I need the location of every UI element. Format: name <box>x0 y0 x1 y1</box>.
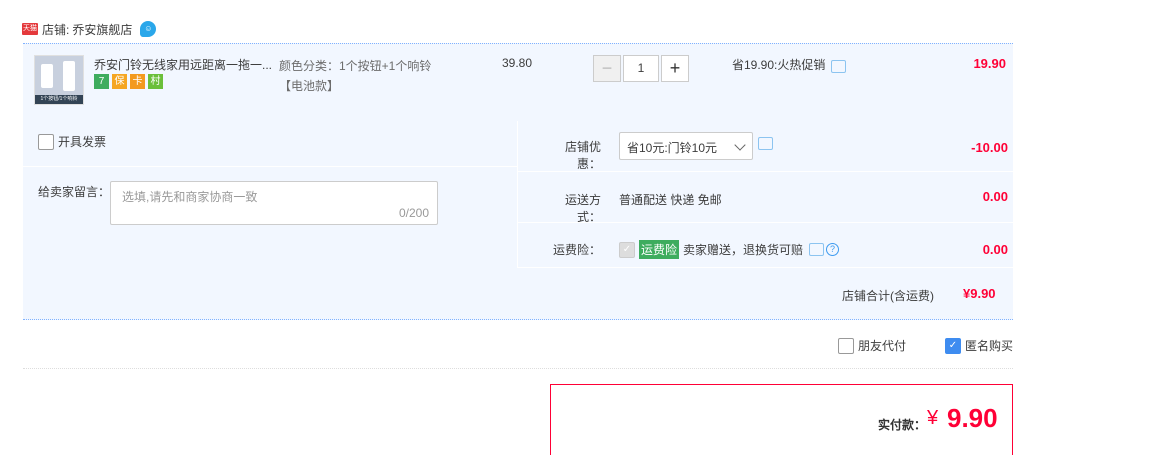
invoice-option[interactable]: 开具发票 <box>38 133 106 150</box>
message-char-count: 0/200 <box>398 206 429 220</box>
product-thumbnail[interactable]: 1个按钮/1个响铃 <box>34 55 84 105</box>
item-subtotal: 19.90 <box>973 56 1006 71</box>
friend-pay-checkbox[interactable] <box>838 337 854 354</box>
left-options: 开具发票 给卖家留言： 选填,请先和商家协商一致 0/200 <box>23 121 517 268</box>
friend-pay-option[interactable]: 朋友代付 <box>838 337 906 354</box>
coupon-select[interactable]: 省10元:门铃10元 <box>619 132 753 160</box>
village-service-icon[interactable]: 村 <box>148 74 163 89</box>
shop-total-label: 店铺合计(含运费) <box>842 289 934 303</box>
coupon-selected-value: 省10元:门铃10元 <box>627 141 718 155</box>
order-item-row: 1个按钮/1个响铃 乔安门铃无线家用远距离一拖一... 7 保 卡 村 颜色分类… <box>23 43 1013 122</box>
order-options-panel: 开具发票 给卖家留言： 选填,请先和商家协商一致 0/200 店铺优惠： 省10… <box>23 121 1014 268</box>
row-divider <box>518 171 1014 172</box>
pay-label: 实付款： <box>878 418 927 432</box>
coupon-label: 店铺优惠： <box>564 140 601 171</box>
chevron-down-icon <box>734 139 746 151</box>
insurance-comment-icon[interactable] <box>809 243 825 256</box>
quantity-stepper: − 1 + <box>593 55 689 82</box>
divider <box>23 368 1013 369</box>
anonymous-purchase-label: 匿名购买 <box>965 339 1014 353</box>
message-placeholder: 选填,请先和商家协商一致 <box>122 190 258 204</box>
coupon-discount-value: -10.00 <box>971 140 1008 155</box>
insurance-description: 卖家赠送，退换货可赔 <box>683 243 804 257</box>
currency-symbol: ¥ <box>927 407 939 429</box>
shipping-fee-value: 0.00 <box>982 189 1008 204</box>
row-divider <box>518 222 1014 223</box>
invoice-checkbox[interactable] <box>38 133 54 150</box>
promotion-comment-icon[interactable] <box>831 60 847 73</box>
coupon-comment-icon[interactable] <box>758 137 773 150</box>
quantity-increase-button[interactable]: + <box>661 55 689 82</box>
wangwang-chat-icon[interactable]: ☺ <box>140 21 157 37</box>
friend-pay-label: 朋友代付 <box>858 339 907 353</box>
seven-day-return-icon[interactable]: 7 <box>94 74 109 89</box>
unit-price: 39.80 <box>502 56 533 70</box>
shop-header: 天猫 店铺: 乔安旗舰店 ☺ <box>22 15 157 43</box>
doorbell-button-image <box>41 64 53 88</box>
shop-name-link[interactable]: 乔安旗舰店 <box>72 21 132 38</box>
payment-summary-box: 实付款： ¥ 9.90 <box>550 384 1013 455</box>
message-label: 给卖家留言： <box>38 185 111 199</box>
promotion-text: 省19.90:火热促销 <box>732 58 826 72</box>
help-icon[interactable]: ? <box>826 243 840 256</box>
credit-card-icon[interactable]: 卡 <box>130 74 145 89</box>
right-options: 店铺优惠： 省10元:门铃10元 -10.00 运送方式： 普通配送 快递 免邮… <box>517 121 1014 267</box>
invoice-label: 开具发票 <box>58 135 107 149</box>
shop-label: 店铺: <box>42 22 70 37</box>
shop-total-band: 店铺合计(含运费) ¥9.90 <box>23 268 1013 320</box>
sku-battery-option: 【电池款】 <box>279 79 340 93</box>
insurance-label: 运费险： <box>552 243 601 257</box>
doorbell-receiver-image <box>63 61 75 91</box>
product-title-link[interactable]: 乔安门铃无线家用远距离一拖一... <box>94 56 274 73</box>
sku-color-option: 颜色分类：1个按钮+1个响铃 <box>279 59 432 73</box>
insurance-checkbox: ✓ <box>619 241 635 258</box>
insurance-badge: 运费险 <box>639 240 680 259</box>
quantity-input[interactable]: 1 <box>623 55 659 82</box>
guarantee-icon[interactable]: 保 <box>112 74 127 89</box>
anonymous-purchase-option[interactable]: ✓ 匿名购买 <box>945 337 1013 354</box>
anonymous-purchase-checkbox[interactable]: ✓ <box>945 337 961 354</box>
shipping-label: 运送方式： <box>564 193 601 224</box>
quantity-decrease-button[interactable]: − <box>593 55 621 82</box>
shop-total-value: ¥9.90 <box>963 286 996 301</box>
shipping-method: 普通配送 快递 免邮 <box>619 193 722 207</box>
promotion-info: 省19.90:火热促销 <box>732 56 847 73</box>
service-icons: 7 保 卡 村 <box>94 74 163 89</box>
thumbnail-caption: 1个按钮/1个响铃 <box>35 95 83 104</box>
seller-message-input[interactable]: 选填,请先和商家协商一致 0/200 <box>110 181 438 225</box>
insurance-fee-value: 0.00 <box>982 242 1008 257</box>
insurance-info: ✓ 运费险 卖家赠送，退换货可赔 ? <box>619 240 840 259</box>
tmall-icon: 天猫 <box>22 23 38 35</box>
pay-amount: 9.90 <box>947 403 998 433</box>
